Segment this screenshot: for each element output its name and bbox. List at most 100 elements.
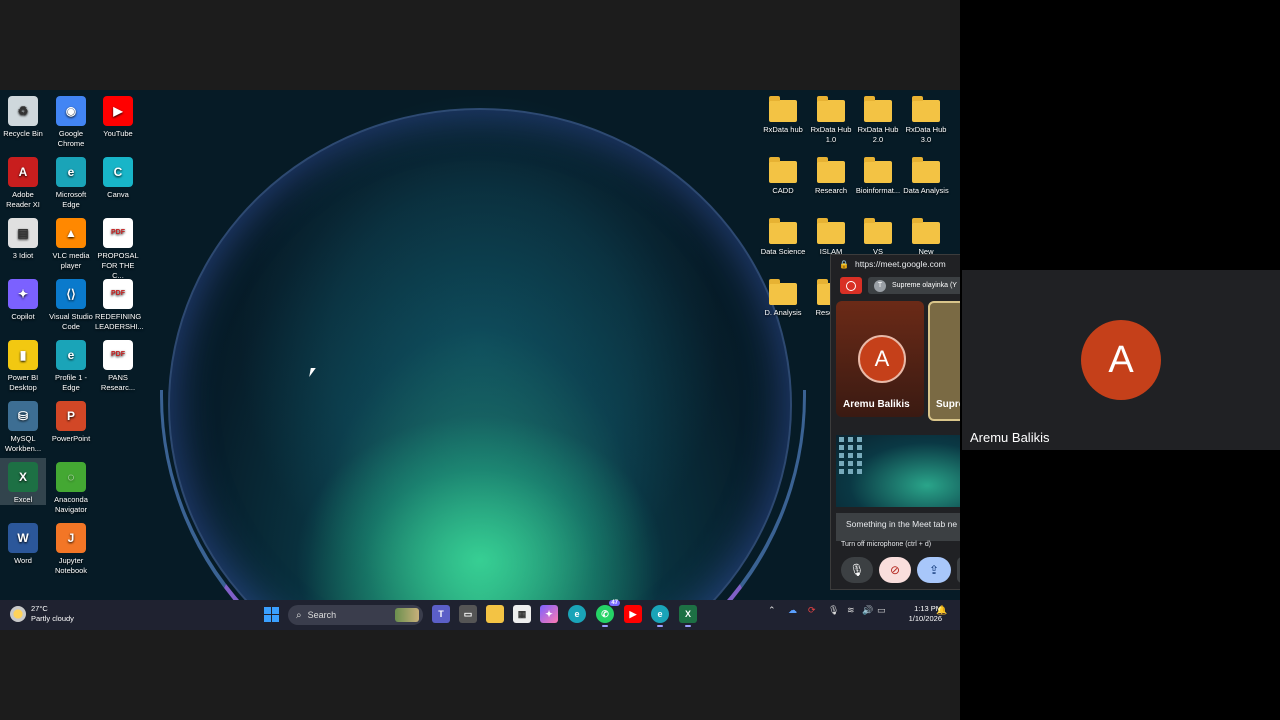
participant-tile-main[interactable]: A Aremu Balikis — [962, 270, 1280, 450]
recording-button[interactable] — [840, 277, 862, 294]
desktop-shortcut[interactable]: PDF PANS Researc... — [95, 336, 141, 393]
desktop-folder[interactable]: New — [903, 214, 949, 257]
clock[interactable]: 1:13 PM 1/10/2026 — [892, 604, 942, 624]
desktop-shortcut[interactable]: ✦ Copilot — [0, 275, 46, 322]
desktop-shortcut-label: Profile 1 - Edge — [54, 373, 88, 392]
desktop-folder[interactable]: Bioinformat... — [855, 153, 901, 196]
desktop-shortcut[interactable]: ⟨⟩ Visual Studio Code — [48, 275, 94, 332]
desktop-folder[interactable]: VS — [855, 214, 901, 257]
search-icon: ⌕ — [296, 609, 302, 621]
clock-time: 1:13 PM — [914, 604, 942, 613]
anaconda-icon: ◌ — [56, 462, 86, 492]
copilot-icon[interactable]: ✦ — [540, 605, 558, 623]
desktop-folder[interactable]: RxData Hub 3.0 — [903, 92, 949, 145]
desktop-folder[interactable]: RxData Hub 2.0 — [855, 92, 901, 145]
lock-icon: 🔒 — [839, 260, 849, 269]
weather-widget[interactable]: 27°C Partly cloudy — [10, 604, 74, 624]
file-explorer-icon[interactable] — [486, 605, 504, 623]
desktop-shortcut[interactable]: ▮ Power BI Desktop — [0, 336, 46, 393]
desktop-shortcut[interactable]: ▶ YouTube — [95, 92, 141, 139]
desktop-folder-label: Research — [814, 186, 848, 195]
desktop-shortcut[interactable]: C Canva — [95, 153, 141, 200]
edge-icon[interactable]: e — [568, 605, 586, 623]
folder-icon — [769, 96, 797, 122]
volume-icon[interactable]: 🔊 — [862, 606, 873, 616]
microphone-button[interactable]: 🎙 — [841, 557, 873, 583]
desktop-shortcut-label: Canva — [107, 190, 129, 199]
desktop-folder[interactable]: ISLAM — [808, 214, 854, 257]
store-icon[interactable]: ▦ — [513, 605, 531, 623]
presenter-label: Supreme olayinka (Y — [892, 282, 957, 289]
desktop-shortcut[interactable]: J Jupyter Notebook — [48, 519, 94, 576]
desktop-shortcut-label: Microsoft Edge — [55, 190, 87, 209]
youtube-icon[interactable]: ▶ — [624, 605, 642, 623]
folder-icon — [864, 218, 892, 244]
youtube-icon: ▶ — [103, 96, 133, 126]
wifi-icon[interactable]: ≋ — [847, 606, 855, 616]
camera-off-button[interactable]: ⊘ — [879, 557, 911, 583]
powerpoint-icon: P — [56, 401, 86, 431]
desktop-shortcut[interactable]: P PowerPoint — [48, 397, 94, 444]
desktop-shortcut[interactable]: PDF REDEFINING LEADERSHI... — [95, 275, 144, 332]
shared-screen-preview — [836, 435, 961, 507]
desktop-shortcut[interactable]: X Excel — [0, 458, 46, 505]
desktop-shortcut[interactable]: ▲ VLC media player — [48, 214, 94, 271]
desktop-shortcut[interactable]: e Profile 1 - Edge — [48, 336, 94, 393]
chrome-icon: ◉ — [56, 96, 86, 126]
desktop-folder[interactable]: Data Science — [760, 214, 806, 257]
notification-bell-icon[interactable]: 🔔 — [936, 606, 947, 616]
pdf-icon: PDF — [103, 340, 133, 370]
desktop-shortcut[interactable]: PDF PROPOSAL FOR THE C... — [95, 214, 141, 281]
windows-start-icon[interactable] — [264, 607, 279, 622]
excel-icon: X — [8, 462, 38, 492]
desktop-folder[interactable]: RxData Hub 1.0 — [808, 92, 854, 145]
folder-icon — [817, 96, 845, 122]
meet-notification: Something in the Meet tab ne — [836, 513, 961, 541]
participant-tile[interactable]: A Aremu Balikis — [836, 301, 924, 417]
participant-name: Aremu Balikis — [970, 430, 1050, 445]
pdf-icon: PDF — [103, 279, 133, 309]
recording-icon[interactable]: ⟳ — [808, 606, 816, 616]
adobe-reader-icon: A — [8, 157, 38, 187]
folder-icon — [912, 157, 940, 183]
desktop-shortcut-label: REDEFINING LEADERSHI... — [95, 312, 144, 331]
desktop-shortcut[interactable]: e Microsoft Edge — [48, 153, 94, 210]
participant-name: Supre — [936, 399, 961, 410]
desktop-folder[interactable]: D. Analysis — [760, 275, 806, 318]
onedrive-icon[interactable]: ☁ — [788, 606, 797, 616]
teams-icon[interactable]: T — [432, 605, 450, 623]
meet-url: https://meet.google.com — [854, 259, 946, 269]
desktop-folder[interactable]: RxData hub — [760, 92, 806, 135]
whatsapp-icon[interactable]: ✆ 47 — [596, 600, 620, 627]
battery-icon[interactable]: ▭ — [877, 606, 886, 616]
desktop-shortcut-label: Visual Studio Code — [49, 312, 93, 331]
folder-icon — [769, 218, 797, 244]
presenter-chip[interactable]: T Supreme olayinka (Y — [868, 277, 961, 294]
desktop-folder-label: RxData Hub 1.0 — [810, 125, 852, 144]
present-screen-button[interactable]: ⇪ — [917, 557, 951, 583]
desktop-shortcut-label: Word — [14, 556, 32, 565]
microphone-icon[interactable]: 🎙 — [828, 606, 839, 616]
desktop-shortcut[interactable]: ⛁ MySQL Workben... — [0, 397, 46, 454]
meet-picture-in-picture[interactable]: 🔒 https://meet.google.com T Supreme olayi… — [830, 254, 961, 590]
taskbar-search[interactable]: ⌕ Search — [288, 605, 423, 625]
present-screen-icon: ⇪ — [928, 563, 940, 577]
excel-icon[interactable]: X — [679, 605, 697, 627]
desktop-shortcut[interactable]: A Adobe Reader XI — [0, 153, 46, 210]
desktop-shortcut[interactable]: ♻ Recycle Bin — [0, 92, 46, 139]
edge-icon: e — [56, 157, 86, 187]
edge-profile-icon[interactable]: e — [651, 605, 669, 627]
desktop-folder[interactable]: Research — [808, 153, 854, 196]
search-highlight-icon — [395, 608, 419, 622]
chevron-up-icon[interactable]: ⌃ — [768, 606, 776, 616]
wallpaper-ring — [160, 390, 806, 600]
desktop-folder[interactable]: Data Analysis — [903, 153, 949, 196]
desktop-shortcut[interactable]: ◉ Google Chrome — [48, 92, 94, 149]
word-icon: W — [8, 523, 38, 553]
task-view-icon[interactable]: ▭ — [459, 605, 477, 623]
desktop-shortcut[interactable]: ◌ Anaconda Navigator — [48, 458, 94, 515]
participant-tile[interactable]: Supre — [928, 301, 961, 421]
desktop-folder[interactable]: CADD — [760, 153, 806, 196]
desktop-shortcut[interactable]: W Word — [0, 519, 46, 566]
desktop-shortcut[interactable]: ▤ 3 Idiot — [0, 214, 46, 261]
